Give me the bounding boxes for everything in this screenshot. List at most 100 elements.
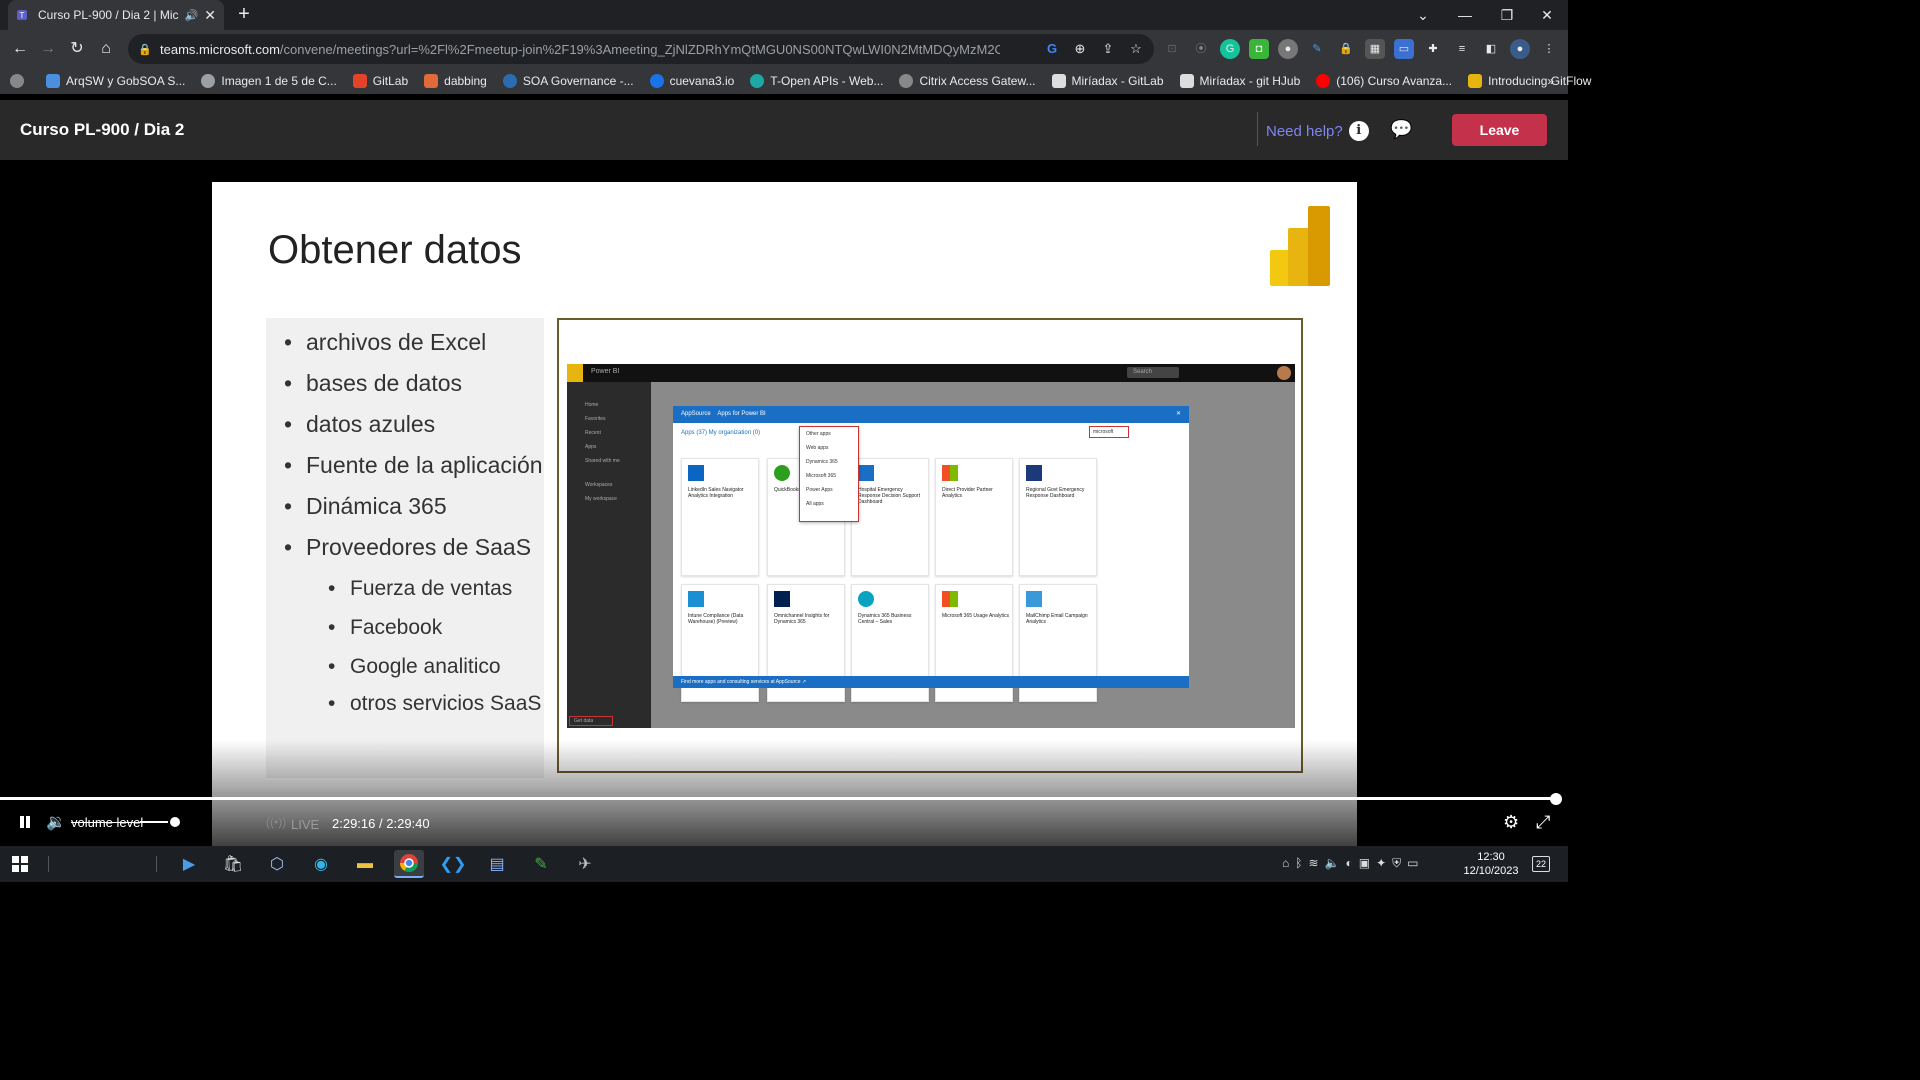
bookmark-item[interactable]: ArqSW y GobSOA S... [46, 74, 185, 88]
header-divider [1257, 112, 1258, 146]
browser-menu-icon[interactable]: ⋮ [1539, 39, 1559, 59]
tray-icon[interactable]: ⌂ [1282, 856, 1289, 871]
seek-bar[interactable] [0, 797, 1560, 800]
teams-tray-icon[interactable]: ✦ [1376, 856, 1386, 871]
close-window-button[interactable]: ✕ [1526, 0, 1568, 30]
new-tab-button[interactable]: + [234, 4, 254, 24]
address-bar[interactable]: 🔒 teams.microsoft.com /convene/meetings?… [128, 34, 1154, 64]
bookmark-item[interactable]: GitLab [352, 74, 408, 88]
profile-avatar-icon[interactable]: ● [1510, 39, 1530, 59]
lock-icon[interactable]: 🔒 [138, 43, 152, 56]
tab-search-icon[interactable]: ⌄ [1402, 0, 1444, 30]
chat-help-icon[interactable]: 💬 [1390, 118, 1412, 140]
extension-icon[interactable]: ● [1278, 39, 1298, 59]
store-icon[interactable]: 🛍 [218, 850, 248, 878]
minimize-button[interactable]: — [1444, 0, 1486, 30]
appsource-dialog: AppSource Apps for Power BI ✕ Apps (37) … [673, 406, 1189, 702]
tray-icon[interactable]: ▣ [1359, 856, 1370, 871]
extension-icon[interactable]: ⦿ [1191, 39, 1211, 59]
meeting-title: Curso PL-900 / Dia 2 [20, 120, 185, 139]
volume-icon[interactable]: 🔉 [46, 812, 66, 832]
grammarly-icon[interactable]: G [1220, 39, 1240, 59]
notepad-icon[interactable]: ✎ [526, 850, 556, 878]
power-bi-screenshot: Power BI Search Home Favorites Recent Ap… [567, 364, 1295, 728]
lock-extension-icon[interactable]: 🔒 [1336, 39, 1356, 59]
restore-button[interactable]: ❐ [1486, 0, 1528, 30]
bookmark-item[interactable]: Introducing GitFlow [1468, 74, 1591, 88]
bookmark-item[interactable]: T-Open APIs - Web... [750, 74, 883, 88]
update-extension-icon[interactable]: ▦ [1365, 39, 1385, 59]
bluetooth-icon[interactable]: ᛒ [1295, 856, 1302, 871]
wifi-icon[interactable]: ≋ [1308, 856, 1318, 871]
microsoft-icon [942, 465, 958, 481]
clock-date: 12/10/2023 [1463, 865, 1519, 877]
bookmark-item[interactable]: dabbing [424, 74, 487, 88]
browser-tab[interactable]: T Curso PL-900 / Dia 2 | Micro 🔊 ✕ [8, 0, 224, 30]
sub-list-item: otros servicios SaaS [328, 691, 544, 716]
tray-icon[interactable]: ◐ [1345, 856, 1352, 871]
bookmark-star-icon[interactable]: ☆ [1128, 41, 1144, 57]
bookmark-item[interactable]: Imagen 1 de 5 de C... [201, 74, 337, 88]
bookmark-item[interactable]: (106) Curso Avanza... [1316, 74, 1452, 88]
share-icon[interactable]: ⇪ [1100, 41, 1116, 57]
bookmark-item[interactable]: cuevana3.io [649, 74, 734, 88]
live-label[interactable]: LIVE [291, 817, 319, 832]
leave-button[interactable]: Leave [1452, 114, 1547, 146]
need-help-link[interactable]: Need help? i [1266, 121, 1369, 141]
bookmark-item[interactable]: SOA Governance -... [502, 74, 634, 88]
embedded-screenshot: Power BI Search Home Favorites Recent Ap… [557, 318, 1303, 773]
tool-icon[interactable]: ✈ [570, 850, 600, 878]
virtualbox-icon[interactable]: ⬡ [262, 850, 292, 878]
extensions-puzzle-icon[interactable]: ✚ [1423, 39, 1443, 59]
extension-icon[interactable]: ⊡ [1162, 39, 1182, 59]
back-button[interactable]: ← [10, 39, 30, 59]
edge-icon[interactable]: ◉ [306, 850, 336, 878]
extension-icon[interactable]: ✎ [1307, 39, 1327, 59]
extension-icon[interactable]: ▭ [1394, 39, 1414, 59]
google-icon[interactable]: G [1044, 41, 1060, 57]
extension-icon[interactable]: ◘ [1249, 39, 1269, 59]
speaker-icon[interactable]: 🔈 [1325, 856, 1340, 871]
media-control-icon[interactable]: ≡ [1452, 39, 1472, 59]
battery-icon[interactable]: ▭ [1407, 856, 1418, 871]
close-tab-icon[interactable]: ✕ [204, 7, 216, 24]
mailchimp-icon [1026, 591, 1042, 607]
bookmark-apps-icon[interactable] [10, 74, 30, 88]
sidebar-item: Shared with me [585, 458, 620, 464]
volume-label: volume level [71, 815, 144, 830]
powershell-icon[interactable]: ▶ [174, 850, 204, 878]
chrome-icon[interactable] [394, 850, 424, 878]
video-stage[interactable]: Obtener datos archivos de Excel bases de… [0, 160, 1568, 846]
avatar [1277, 366, 1291, 380]
sidebar-item: Favorites [585, 416, 606, 422]
defender-icon[interactable]: ⛨ [1392, 856, 1401, 871]
time-display: 2:29:16 / 2:29:40 [332, 816, 430, 831]
bookmarks-overflow-button[interactable]: » [1547, 74, 1554, 88]
windows-start-icon[interactable] [12, 856, 28, 872]
file-explorer-icon[interactable]: ▬ [350, 850, 380, 878]
volume-thumb[interactable] [168, 815, 182, 829]
bookmark-item[interactable]: Miríadax - git HJub [1179, 74, 1300, 88]
fullscreen-icon[interactable]: ⤢ [1536, 812, 1550, 833]
app-card: Direct Provider Partner Analytics [935, 458, 1013, 576]
teams-meeting-header: Curso PL-900 / Dia 2 Need help? i 💬 [0, 100, 1568, 160]
reload-button[interactable]: ↻ [67, 39, 87, 59]
power-bi-topbar: Power BI Search [567, 364, 1295, 382]
audio-playing-icon[interactable]: 🔊 [185, 9, 199, 22]
pause-button[interactable] [18, 814, 32, 830]
remote-desktop-icon[interactable]: ▤ [482, 850, 512, 878]
vscode-icon[interactable]: ❮❯ [438, 850, 468, 878]
side-panel-icon[interactable]: ◧ [1481, 39, 1501, 59]
zoom-icon[interactable]: ⊕ [1072, 41, 1088, 57]
bookmark-item[interactable]: Miríadax - GitLab [1051, 74, 1164, 88]
settings-icon[interactable]: ⚙ [1503, 812, 1519, 833]
notification-center-icon[interactable]: 22 [1532, 856, 1550, 872]
seek-thumb[interactable] [1549, 793, 1562, 805]
sidebar-item: Recent [585, 430, 601, 436]
forward-button[interactable]: → [38, 39, 58, 59]
sub-list-item: Fuerza de ventas [328, 574, 544, 603]
bookmark-item[interactable]: Citrix Access Gatew... [899, 74, 1036, 88]
bookmark-favicon [424, 74, 439, 88]
taskbar-clock[interactable]: 12:30 12/10/2023 [1462, 850, 1520, 878]
home-button[interactable]: ⌂ [96, 39, 116, 59]
